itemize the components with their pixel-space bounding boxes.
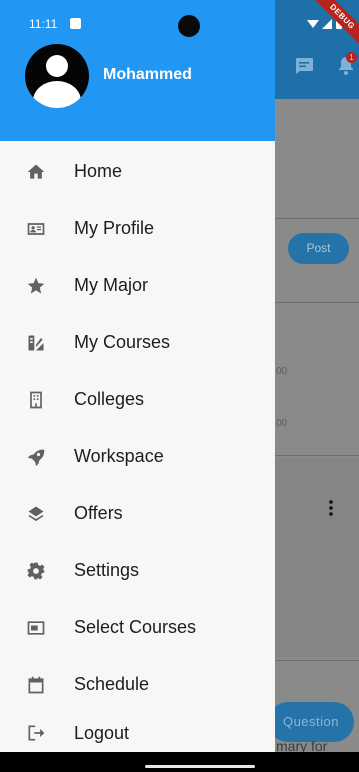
logout-icon	[25, 722, 47, 744]
divider	[275, 302, 359, 303]
notification-badge: 1	[346, 52, 357, 63]
navigation-drawer: Mohammed Home My Profile My Major My Cou…	[0, 0, 275, 772]
menu-item-label: Select Courses	[74, 617, 197, 637]
picture-in-picture-icon	[25, 617, 47, 639]
star-icon	[25, 275, 47, 297]
calendar-icon	[25, 674, 47, 696]
person-icon-body	[33, 81, 81, 108]
menu-item-label: Colleges	[74, 389, 145, 409]
courses-icon	[25, 332, 47, 354]
menu-item-logout[interactable]: Logout	[0, 713, 275, 753]
background-value: 00	[276, 418, 288, 429]
menu-item-my-major[interactable]: My Major	[0, 257, 275, 314]
more-vert-icon[interactable]	[329, 499, 333, 517]
menu-item-my-courses[interactable]: My Courses	[0, 314, 275, 371]
status-time: 11:11	[29, 17, 58, 31]
menu-item-schedule[interactable]: Schedule	[0, 656, 275, 713]
user-name: Mohammed	[103, 66, 192, 83]
menu-item-label: My Courses	[74, 332, 171, 352]
gear-icon	[25, 560, 47, 582]
menu-item-offers[interactable]: Offers	[0, 485, 275, 542]
person-icon	[46, 55, 68, 77]
menu-item-label: My Major	[74, 275, 149, 295]
avatar[interactable]	[25, 44, 89, 108]
menu-item-my-profile[interactable]: My Profile	[0, 200, 275, 257]
home-gesture-handle[interactable]	[145, 765, 255, 768]
menu-item-settings[interactable]: Settings	[0, 542, 275, 599]
divider	[275, 455, 359, 456]
menu-item-label: My Profile	[74, 218, 155, 238]
menu-item-workspace[interactable]: Workspace	[0, 428, 275, 485]
menu-item-label: Schedule	[74, 674, 150, 694]
chat-icon	[296, 58, 313, 74]
notification-icon	[70, 18, 81, 29]
profile-card-icon	[25, 218, 47, 240]
layers-icon	[25, 503, 47, 525]
menu-item-select-courses[interactable]: Select Courses	[0, 599, 275, 656]
menu-item-colleges[interactable]: Colleges	[0, 371, 275, 428]
question-button[interactable]: Question	[268, 702, 354, 742]
camera-cutout	[178, 15, 200, 37]
background-value: 00	[276, 366, 288, 377]
home-icon	[25, 161, 47, 183]
post-button[interactable]: Post	[288, 233, 349, 264]
menu-item-label: Logout	[74, 722, 130, 743]
menu-item-home[interactable]: Home	[0, 143, 275, 200]
post-card	[275, 458, 359, 658]
menu-item-label: Home	[74, 161, 123, 181]
menu-item-label: Workspace	[74, 446, 164, 466]
status-bar: 11:11	[0, 0, 359, 44]
divider	[275, 218, 359, 219]
menu-item-label: Settings	[74, 560, 140, 580]
system-navigation-bar	[0, 752, 359, 772]
divider	[275, 660, 359, 661]
rocket-icon	[25, 446, 47, 468]
building-icon	[25, 389, 47, 411]
menu-item-label: Offers	[74, 503, 123, 523]
